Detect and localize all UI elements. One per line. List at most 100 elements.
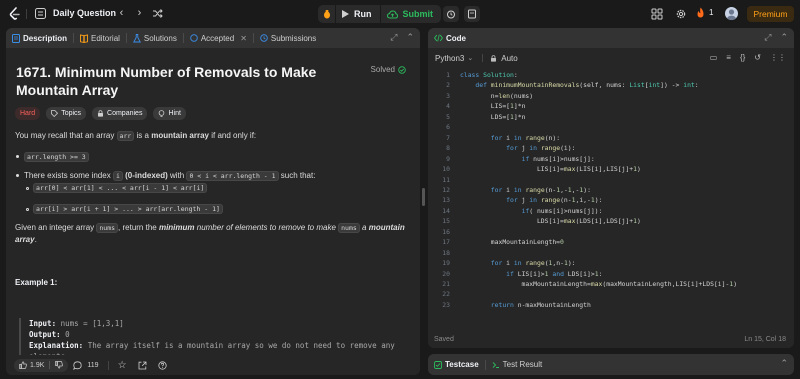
notes-button[interactable] xyxy=(464,6,480,22)
leetcode-logo-icon[interactable] xyxy=(9,7,21,21)
timer-button[interactable] xyxy=(443,6,459,22)
tab-testcase[interactable]: Testcase xyxy=(428,355,485,375)
example-output: Output: 0 xyxy=(29,329,409,340)
prev-problem-icon[interactable]: ‹ xyxy=(115,7,128,20)
inline-code: 0 < i < arr.length - 1 xyxy=(186,171,279,181)
problem-list-icon[interactable] xyxy=(35,8,46,19)
inline-code: arr.length >= 3 xyxy=(24,152,89,162)
next-problem-icon[interactable]: › xyxy=(133,7,146,20)
format-code-icon[interactable]: {} xyxy=(740,53,745,62)
settings-gear-icon[interactable] xyxy=(675,8,687,20)
code-line[interactable]: 18 xyxy=(428,248,794,258)
bullet-dot xyxy=(16,174,19,177)
code-line[interactable]: 6 xyxy=(428,122,794,132)
tab-solutions[interactable]: Solutions xyxy=(127,28,183,48)
note-icon xyxy=(468,9,476,19)
code-editor[interactable]: 1 class Solution: 2 def minimumMountainRem… xyxy=(428,70,794,320)
line-number: 9 xyxy=(446,154,450,163)
code-line[interactable]: 9 if nums[i]>nums[j]: xyxy=(428,154,794,164)
like-button[interactable]: 1.9K xyxy=(14,358,69,372)
auto-mode-label[interactable]: Auto xyxy=(501,54,517,63)
line-content: if nums[i]>nums[j]: xyxy=(521,154,595,163)
comment-count: 119 xyxy=(87,361,99,369)
thumbs-down-icon[interactable] xyxy=(55,361,64,369)
shuffle-icon[interactable] xyxy=(152,8,163,19)
intro-bold: mountain array xyxy=(151,131,209,140)
share-icon[interactable] xyxy=(138,361,147,370)
maximize-icon[interactable]: ⤢ xyxy=(390,32,397,43)
maximize-icon[interactable]: ⤢ xyxy=(764,32,771,43)
code-line[interactable]: 19 for i in range(1,n-1): xyxy=(428,258,794,268)
code-settings-icon[interactable]: ⋮⋮ xyxy=(770,53,786,62)
submit-button[interactable]: Submit xyxy=(381,5,442,23)
debug-button[interactable] xyxy=(318,5,336,23)
submit-label: Submit xyxy=(402,9,434,19)
daily-question-label[interactable]: Daily Question xyxy=(53,8,116,18)
reset-icon[interactable]: ↺ xyxy=(754,53,761,62)
layout-grid-icon[interactable] xyxy=(651,8,663,20)
bookmark-icon[interactable]: ▭ xyxy=(710,53,718,62)
premium-button[interactable]: Premium xyxy=(747,6,794,22)
help-icon[interactable] xyxy=(157,360,167,370)
code-line[interactable]: 13 for j in range(n-1,i,-1): xyxy=(428,195,794,205)
tab-test-result[interactable]: Test Result xyxy=(486,355,549,375)
tab-code[interactable]: Code xyxy=(428,28,472,48)
code-toolbar: Python3 ⌄ Auto ▭ ≡ {} ↺ ⋮⋮ xyxy=(428,49,794,67)
code-line[interactable]: 15 LDS[i]=max(LDS[i],LDS[j]+1) xyxy=(428,216,794,226)
tab-submissions[interactable]: Submissions xyxy=(254,28,322,48)
chevron-up-icon[interactable]: ⌃ xyxy=(780,358,788,369)
code-line[interactable]: 5 LDS=[1]*n xyxy=(428,112,794,122)
close-tab-icon[interactable]: ✕ xyxy=(240,34,247,43)
top-bar: Daily Question ‹ › Run Submit 1 Premium xyxy=(0,0,800,28)
code-line[interactable]: 10 LIS[i]=max(LIS[i],LIS[j]+1) xyxy=(428,164,794,174)
chevron-up-icon[interactable]: ⌃ xyxy=(406,32,414,43)
inline-code: nums xyxy=(338,223,360,233)
line-number: 2 xyxy=(446,81,450,90)
save-status: Saved xyxy=(434,336,454,343)
run-button[interactable]: Run xyxy=(336,5,381,23)
code-line[interactable]: 17 maxMountainLength=0 xyxy=(428,237,794,247)
line-number: 6 xyxy=(446,123,450,132)
input-label: Input: xyxy=(29,319,57,328)
line-content: def minimumMountainRemovals(self, nums: … xyxy=(475,81,699,90)
line-number: 20 xyxy=(442,269,450,278)
tab-description[interactable]: Description xyxy=(6,28,73,48)
chevron-up-icon[interactable]: ⌃ xyxy=(780,32,788,43)
streak-counter[interactable]: 1 xyxy=(696,7,713,18)
language-select[interactable]: Python3 xyxy=(435,54,464,63)
line-number: 23 xyxy=(442,300,450,309)
comment-icon[interactable] xyxy=(73,360,83,370)
bullet-dot xyxy=(16,155,19,158)
line-number: 5 xyxy=(446,112,450,121)
code-line[interactable]: 7 for i in range(n): xyxy=(428,133,794,143)
code-line[interactable]: 16 xyxy=(428,227,794,237)
inline-code: arr[0] < arr[1] < ... < arr[i - 1] < arr… xyxy=(33,183,208,193)
code-line[interactable]: 4 LIS=[1]*n xyxy=(428,101,794,111)
tab-accepted[interactable]: Accepted ✕ xyxy=(184,28,253,48)
line-number: 1 xyxy=(446,71,450,79)
problem-title[interactable]: 1671. Minimum Number of Removals to Make… xyxy=(16,63,346,99)
accepted-icon xyxy=(190,34,198,42)
code-line[interactable]: 3 n=len(nums) xyxy=(428,91,794,101)
code-line[interactable]: 23 return n-maxMountainLength xyxy=(428,300,794,310)
code-line[interactable]: 20 if LIS[i]>1 and LDS[i]>1: xyxy=(428,269,794,279)
hint-tag[interactable]: Hint xyxy=(153,107,186,120)
code-line[interactable]: 2 def minimumMountainRemovals(self, nums… xyxy=(428,80,794,90)
star-icon[interactable]: ☆ xyxy=(118,360,127,371)
code-line[interactable]: 14 if( nums[i]>nums[j]): xyxy=(428,206,794,216)
line-content: maxMountainLength=max(maxMountainLength,… xyxy=(460,280,738,288)
companies-tag[interactable]: Companies xyxy=(92,107,148,120)
topics-tag[interactable]: Topics xyxy=(46,107,87,120)
code-line[interactable]: 22 xyxy=(428,289,794,299)
code-line[interactable]: 8 for j in range(i): xyxy=(428,143,794,153)
code-line[interactable]: 21 maxMountainLength=max(maxMountainLeng… xyxy=(428,279,794,289)
code-line[interactable]: 12 for i in range(n-1,-1,-1): xyxy=(428,185,794,195)
problem-footer: 1.9K 119 ☆ xyxy=(6,355,420,375)
panel-resize-handle[interactable] xyxy=(422,188,425,206)
tab-editorial[interactable]: Editorial xyxy=(74,28,126,48)
note-icon[interactable]: ≡ xyxy=(726,53,731,62)
avatar[interactable] xyxy=(725,7,738,20)
code-line[interactable]: 1 class Solution: xyxy=(428,70,794,80)
chevron-down-icon[interactable]: ⌄ xyxy=(467,54,473,62)
code-line[interactable]: 11 xyxy=(428,175,794,185)
